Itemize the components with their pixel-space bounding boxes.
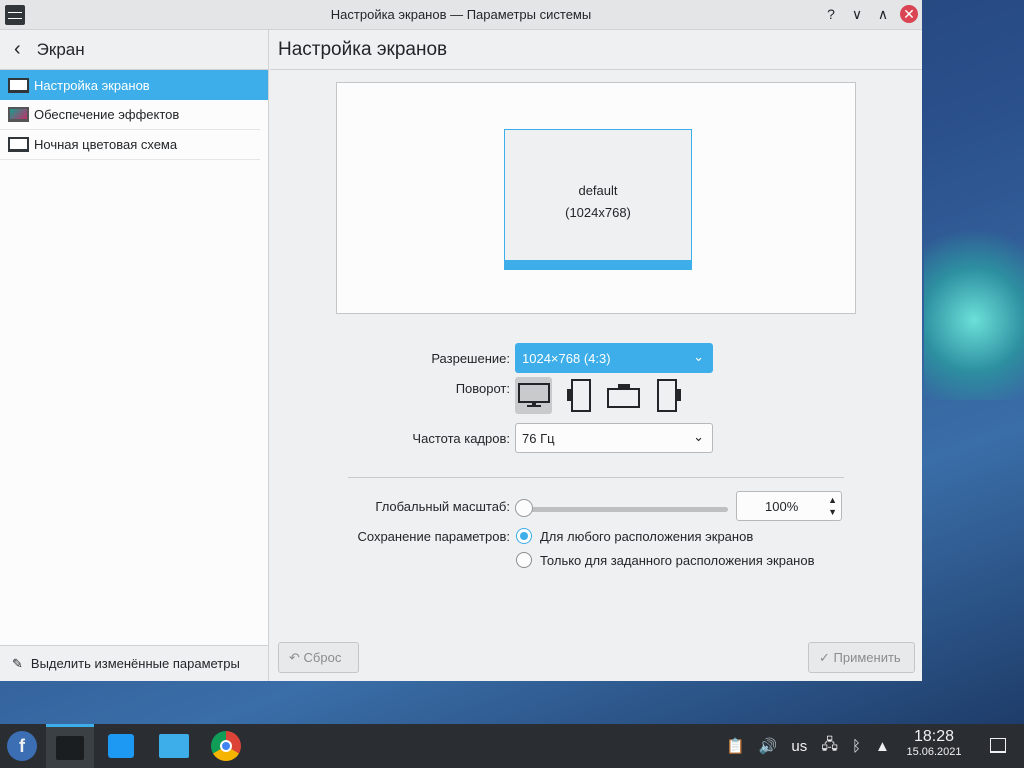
close-button[interactable]: ✕ — [900, 5, 918, 23]
divider — [348, 477, 844, 478]
clock-date: 15.06.2021 — [906, 746, 962, 758]
monitor-icon — [8, 77, 29, 93]
rotation-inverted-button[interactable] — [605, 377, 642, 414]
resolution-select[interactable]: 1024×768 (4:3) ⌄ — [515, 343, 713, 373]
window-title: Настройка экранов — Параметры системы — [330, 7, 592, 22]
global-scale-spinbox[interactable]: 100% ▲ ▼ — [736, 491, 842, 521]
refresh-rate-select[interactable]: 76 Гц ⌄ — [515, 423, 713, 453]
chevron-left-icon: ‹ — [14, 38, 21, 60]
clock-time: 18:28 — [913, 728, 955, 745]
clipboard-icon[interactable]: 📋 — [726, 737, 745, 755]
show-desktop-icon[interactable] — [990, 738, 1006, 753]
output-name: default — [578, 183, 618, 198]
highlight-changed-button[interactable]: ✎ Выделить изменённые параметры — [0, 645, 268, 681]
output-bar — [505, 260, 691, 269]
reset-button[interactable]: ↶ Сброс — [278, 642, 359, 673]
page-title: Настройка экранов — [270, 30, 922, 70]
sidebar-item-label: Настройка экранов — [34, 77, 150, 93]
refresh-rate-label: Частота кадров: — [412, 431, 510, 446]
settings-icon — [56, 735, 84, 760]
apply-button[interactable]: ✓ Применить — [808, 642, 915, 673]
effects-icon — [8, 107, 29, 122]
reset-label: Сброс — [303, 650, 342, 665]
taskbar-discover[interactable] — [103, 728, 139, 764]
radio-label: Только для заданного расположения экрано… — [540, 552, 815, 568]
clock[interactable]: 18:28 15.06.2021 — [898, 728, 970, 758]
highlight-changed-label: Выделить изменённые параметры — [30, 656, 240, 671]
radio-any-arrangement[interactable]: Для любого расположения экранов — [516, 528, 753, 544]
radio-specific-arrangement[interactable]: Только для заданного расположения экрано… — [516, 552, 815, 568]
chevron-down-icon: ⌄ — [693, 349, 704, 364]
titlebar: Настройка экранов — Параметры системы ? … — [0, 0, 922, 30]
store-icon — [108, 734, 134, 758]
main-panel: Настройка экранов default (1024x768) Раз… — [270, 30, 922, 681]
undo-icon: ↶ — [289, 650, 300, 665]
radio-button[interactable] — [516, 528, 532, 544]
screen-preview: default (1024x768) — [336, 82, 856, 314]
save-settings-label: Сохранение параметров: — [357, 529, 510, 544]
sidebar: ‹ Экран Настройка экранов Обеспечение эф… — [0, 30, 269, 681]
app-launcher-button[interactable]: f — [4, 728, 40, 764]
pen-icon: ✎ — [12, 655, 23, 671]
rotation-options — [515, 377, 687, 414]
taskbar: f 📋 🔊 us 🖧 ᛒ ▲ 18:28 15.06.2021 — [0, 724, 1024, 768]
sidebar-item-label: Ночная цветовая схема — [34, 137, 178, 152]
keyboard-layout[interactable]: us — [791, 738, 807, 755]
rotation-right-button[interactable] — [650, 377, 687, 414]
taskbar-file-manager[interactable] — [156, 728, 192, 764]
sidebar-item-display-config[interactable]: Настройка экранов — [0, 70, 268, 100]
resolution-value: 1024×768 (4:3) — [522, 351, 611, 366]
minimize-button[interactable]: ∨ — [848, 6, 866, 23]
slider-track — [515, 507, 728, 512]
network-icon[interactable]: 🖧 — [821, 734, 838, 759]
radio-label: Для любого расположения экранов — [540, 528, 754, 544]
back-button[interactable]: ‹ Экран — [0, 30, 268, 70]
output-resolution: (1024x768) — [565, 205, 631, 220]
taskbar-chrome[interactable] — [208, 728, 244, 764]
spin-arrows-icon[interactable]: ▲ ▼ — [828, 494, 837, 518]
help-button[interactable]: ? — [822, 6, 840, 22]
tray-expand-icon[interactable]: ▲ — [875, 738, 890, 755]
chrome-icon — [211, 731, 241, 761]
settings-window: Настройка экранов — Параметры системы ? … — [0, 0, 922, 681]
rotation-normal-button[interactable] — [515, 377, 552, 414]
scale-value: 100% — [765, 499, 799, 514]
global-scale-slider[interactable] — [515, 499, 728, 517]
sidebar-item-compositor[interactable]: Обеспечение эффектов — [0, 100, 260, 130]
bluetooth-icon[interactable]: ᛒ — [852, 738, 861, 755]
slider-handle[interactable] — [515, 499, 533, 517]
volume-icon[interactable]: 🔊 — [759, 737, 778, 755]
chevron-down-icon: ⌄ — [693, 429, 704, 444]
check-icon: ✓ — [819, 650, 830, 665]
folder-icon — [159, 734, 189, 758]
taskbar-system-settings[interactable] — [46, 724, 94, 768]
output-screen[interactable]: default (1024x768) — [504, 129, 692, 270]
rotation-label: Поворот: — [455, 381, 510, 396]
wallpaper — [924, 200, 1024, 400]
refresh-rate-value: 76 Гц — [522, 431, 555, 446]
sidebar-item-night-color[interactable]: Ночная цветовая схема — [0, 130, 260, 160]
sidebar-title: Экран — [36, 39, 85, 59]
global-scale-label: Глобальный масштаб: — [375, 499, 510, 514]
rotation-left-button[interactable] — [560, 377, 597, 414]
radio-button[interactable] — [516, 552, 532, 568]
apply-label: Применить — [833, 650, 901, 665]
monitor-icon — [8, 137, 29, 152]
fedora-icon: f — [7, 731, 37, 761]
maximize-button[interactable]: ∧ — [874, 6, 892, 23]
resolution-label: Разрешение: — [431, 351, 510, 366]
sidebar-item-label: Обеспечение эффектов — [34, 107, 180, 122]
